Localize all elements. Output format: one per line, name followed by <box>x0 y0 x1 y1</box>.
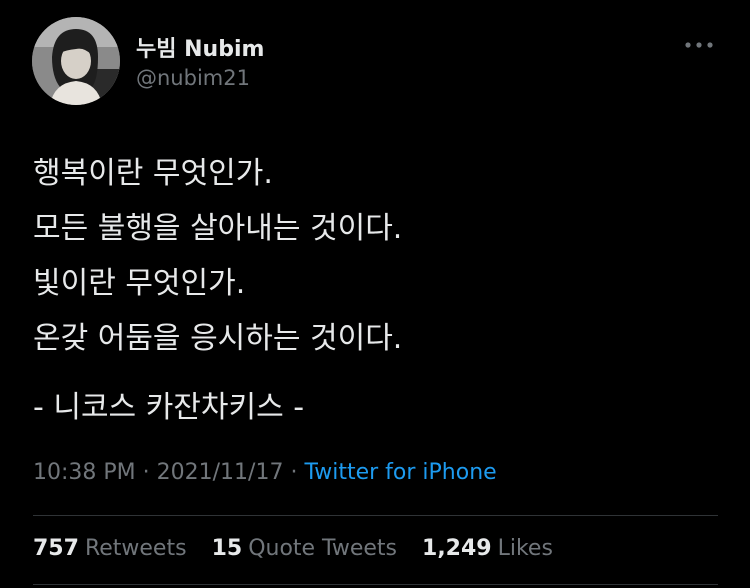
quote-tweets-stat[interactable]: 15 Quote Tweets <box>212 536 397 561</box>
quote-tweets-count: 15 <box>211 536 243 561</box>
tweet-line: 온갖 어둠을 응시하는 것이다. <box>33 321 403 356</box>
author-handle[interactable]: @nubim21 <box>136 66 250 90</box>
author-name[interactable]: 누빔 Nubim <box>136 31 264 63</box>
likes-stat[interactable]: 1,249 Likes <box>422 536 553 561</box>
divider <box>33 584 718 585</box>
retweets-count: 757 <box>33 536 79 561</box>
tweet-date[interactable]: 2021/11/17 <box>157 460 284 485</box>
likes-label: Likes <box>497 536 553 561</box>
avatar[interactable] <box>32 17 120 105</box>
tweet-time[interactable]: 10:38 PM <box>33 460 136 485</box>
tweet-line: 모든 불행을 살아내는 것이다. <box>33 211 403 246</box>
likes-count: 1,249 <box>422 536 492 561</box>
tweet-source-link[interactable]: Twitter for iPhone <box>304 460 496 485</box>
more-horizontal-icon <box>685 42 713 48</box>
tweet-stats: 757 Retweets 15 Quote Tweets 1,249 Likes <box>33 536 571 561</box>
retweets-label: Retweets <box>84 536 187 561</box>
quote-tweets-label: Quote Tweets <box>248 536 398 561</box>
divider <box>33 515 718 516</box>
tweet-line: 행복이란 무엇인가. <box>33 156 273 191</box>
meta-separator: · <box>135 460 157 485</box>
meta-separator: · <box>283 460 305 485</box>
profile-photo <box>32 17 120 105</box>
tweet-metadata: 10:38 PM · 2021/11/17 · Twitter for iPho… <box>33 460 497 485</box>
tweet-attribution: - 니코스 카잔차키스 - <box>33 390 305 425</box>
tweet-line: 빛이란 무엇인가. <box>33 266 246 301</box>
more-options-button[interactable] <box>684 36 714 54</box>
retweets-stat[interactable]: 757 Retweets <box>33 536 187 561</box>
tweet-text: 행복이란 무엇인가. 모든 불행을 살아내는 것이다. 빛이란 무엇인가. 온갖… <box>33 146 723 435</box>
